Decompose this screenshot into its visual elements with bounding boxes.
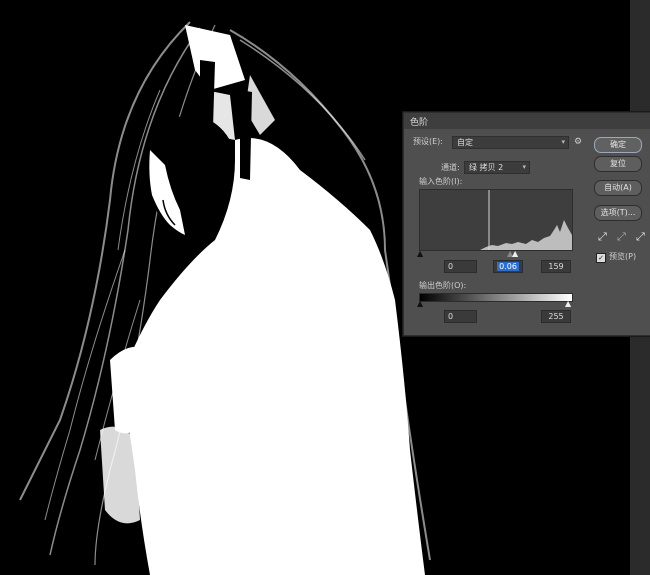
- preview-checkbox[interactable]: ✓: [596, 253, 606, 263]
- input-white-value: 159: [548, 262, 564, 271]
- histogram: [419, 189, 573, 251]
- input-black-value: 0: [448, 262, 454, 271]
- input-black-field[interactable]: 0: [444, 260, 477, 273]
- chevron-down-icon: ▾: [561, 138, 565, 146]
- preset-value: 自定: [457, 138, 473, 147]
- output-levels-label: 输出色阶(O):: [419, 281, 467, 290]
- reset-button[interactable]: 复位: [594, 156, 642, 172]
- dialog-title-bar[interactable]: 色阶: [404, 113, 650, 129]
- output-white-slider[interactable]: ▲: [565, 299, 571, 309]
- output-white-value: 255: [548, 312, 564, 321]
- ok-button[interactable]: 确定: [594, 137, 642, 153]
- black-eyedropper-icon[interactable]: ⤢: [598, 230, 607, 244]
- input-gamma-field[interactable]: 0.06: [493, 260, 523, 273]
- input-gamma-value: 0.06: [497, 262, 519, 271]
- options-button[interactable]: 选项(T)...: [594, 205, 642, 221]
- output-gradient: [419, 293, 573, 302]
- white-eyedropper-icon[interactable]: ⤢: [636, 230, 645, 244]
- channel-label: 通道:: [441, 163, 460, 172]
- channel-dropdown[interactable]: 绿 拷贝 2 ▾: [464, 161, 530, 174]
- chevron-down-icon: ▾: [522, 163, 526, 171]
- preset-label: 预设(E):: [413, 137, 443, 146]
- auto-button[interactable]: 自动(A): [594, 180, 642, 196]
- preview-label: 预览(P): [609, 252, 637, 261]
- output-black-value: 0: [448, 312, 454, 321]
- input-black-slider[interactable]: ▲: [417, 249, 423, 259]
- input-white-slider[interactable]: ▲: [512, 249, 518, 259]
- input-levels-label: 输入色阶(I):: [419, 177, 463, 186]
- output-white-field[interactable]: 255: [541, 310, 571, 323]
- output-black-field[interactable]: 0: [444, 310, 477, 323]
- output-black-slider[interactable]: ▲: [417, 299, 423, 309]
- preset-dropdown[interactable]: 自定 ▾: [452, 136, 569, 149]
- gray-eyedropper-icon[interactable]: ⤢: [617, 230, 626, 244]
- channel-value: 绿 拷贝 2: [469, 163, 504, 172]
- gear-icon[interactable]: ⚙: [574, 137, 582, 147]
- dialog-title: 色阶: [410, 118, 429, 128]
- input-white-field[interactable]: 159: [541, 260, 571, 273]
- histogram-graph: [420, 190, 572, 250]
- levels-dialog: 色阶 预设(E): 自定 ▾ ⚙ 通道: 绿 拷贝 2 ▾ 输入色阶(I): ▲…: [403, 112, 650, 336]
